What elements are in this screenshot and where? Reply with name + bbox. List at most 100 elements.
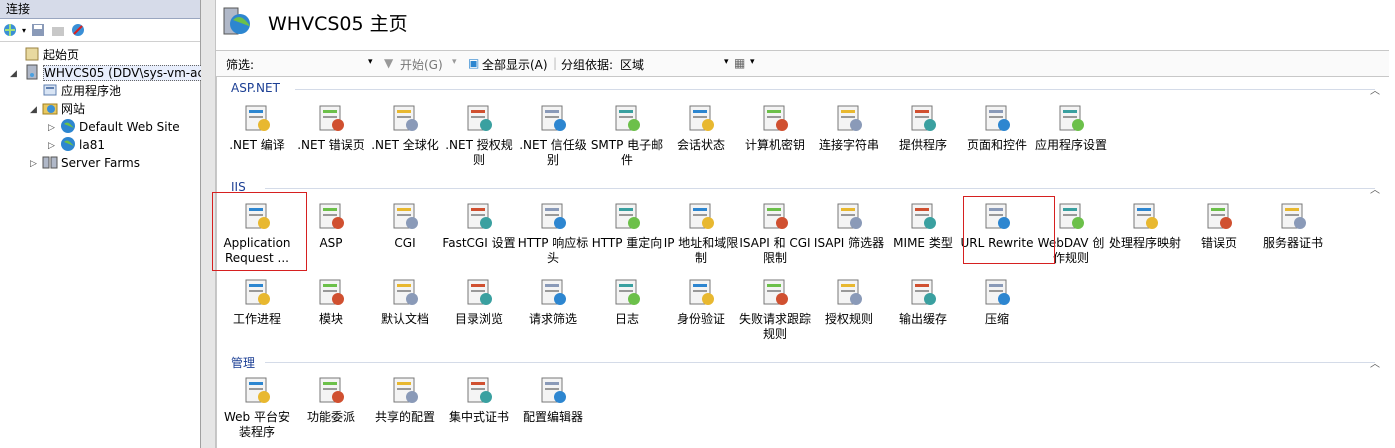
feature-label: .NET 错误页: [297, 138, 365, 152]
expand-la81-icon[interactable]: ▷: [48, 142, 57, 151]
feature-icon: [393, 377, 418, 403]
filter-funnel-icon: ▼: [384, 56, 394, 70]
feature-iis-items_row2-10[interactable]: 压缩: [959, 276, 1035, 327]
feature-iis-items_row1-13[interactable]: 错误页: [1181, 200, 1257, 251]
feature-label: Web 平台安装程序: [224, 410, 290, 439]
expand-server-farms-icon[interactable]: ▷: [30, 160, 39, 169]
up-folder-icon[interactable]: [50, 22, 66, 38]
feature-aspnet-items-2[interactable]: .NET 全球化: [367, 102, 443, 153]
view-mode-icon[interactable]: ▦: [734, 56, 745, 70]
collapse-server-icon[interactable]: ◢: [10, 70, 19, 79]
tree-item-server-farms[interactable]: Server Farms: [42, 154, 140, 172]
collapse-aspnet-icon[interactable]: ︿: [1370, 82, 1380, 97]
feature-iis-items_row2-4[interactable]: 请求筛选: [515, 276, 591, 327]
feature-icon: [763, 279, 788, 305]
chevron-down-icon[interactable]: ▾: [22, 26, 26, 35]
feature-label: 集中式证书: [448, 410, 509, 424]
feature-iis-items_row1-12[interactable]: 处理程序映射: [1107, 200, 1183, 251]
feature-aspnet-items-6[interactable]: 会话状态: [663, 102, 739, 153]
feature-label: 工作进程: [232, 312, 281, 326]
tree-item-start-page[interactable]: 起始页: [24, 46, 79, 64]
feature-mgmt-items-2[interactable]: 共享的配置: [367, 374, 443, 425]
highlight-url-rewrite: [963, 196, 1055, 264]
feature-label: .NET 信任级别: [519, 138, 587, 167]
expand-default-web-site-icon[interactable]: ▷: [48, 124, 57, 133]
connections-pane: 连接 ▾ 起始页 ◢ WHVCS05 (DDV\sys-vm-ac 应用程序池 …: [0, 0, 206, 448]
feature-icon: [615, 105, 640, 131]
feature-iis-items_row2-5[interactable]: 日志: [589, 276, 665, 327]
tree-item-sites[interactable]: 网站: [42, 100, 85, 118]
feature-icon: [319, 105, 344, 131]
feature-label: IP 地址和域限制: [663, 236, 739, 265]
feature-iis-items_row2-3[interactable]: 目录浏览: [441, 276, 517, 327]
feature-aspnet-items-4[interactable]: .NET 信任级别: [515, 102, 591, 168]
feature-aspnet-items-8[interactable]: 连接字符串: [811, 102, 887, 153]
group-header-management[interactable]: 管理: [231, 354, 255, 371]
collapse-iis-icon[interactable]: ︿: [1370, 181, 1380, 196]
feature-icon: [837, 105, 862, 131]
feature-iis-items_row2-0[interactable]: 工作进程: [219, 276, 295, 327]
filter-dropdown-icon[interactable]: ▾: [368, 57, 373, 67]
view-mode-dropdown-icon[interactable]: ▾: [750, 57, 755, 67]
feature-iis-items_row2-9[interactable]: 输出缓存: [885, 276, 961, 327]
group-divider: [295, 89, 1375, 90]
connect-globe-icon[interactable]: [2, 22, 18, 38]
feature-iis-items_row1-6[interactable]: IP 地址和域限制: [663, 200, 739, 266]
feature-icon: [689, 279, 714, 305]
feature-aspnet-items-1[interactable]: .NET 错误页: [293, 102, 369, 153]
feature-icon: [615, 279, 640, 305]
feature-aspnet-items-0[interactable]: .NET 编译: [219, 102, 295, 153]
feature-iis-items_row2-8[interactable]: 授权规则: [811, 276, 887, 327]
highlight-application-request-routing: [212, 192, 307, 271]
disconnect-icon[interactable]: [70, 22, 86, 38]
feature-iis-items_row1-8[interactable]: ISAPI 筛选器: [811, 200, 887, 251]
collapse-sites-icon[interactable]: ◢: [30, 106, 39, 115]
start-dropdown-icon[interactable]: ▾: [452, 57, 457, 67]
feature-aspnet-items-9[interactable]: 提供程序: [885, 102, 961, 153]
collapse-management-icon[interactable]: ︿: [1370, 355, 1380, 370]
feature-icon: [245, 279, 270, 305]
feature-iis-items_row1-7[interactable]: ISAPI 和 CGI 限制: [737, 200, 813, 266]
feature-iis-items_row1-4[interactable]: HTTP 响应标头: [515, 200, 591, 266]
tree-item-default-web-site[interactable]: Default Web Site: [60, 118, 180, 136]
page-header: WHVCS05 主页: [216, 0, 1395, 44]
group-by-select[interactable]: 区域: [620, 56, 644, 73]
server-farms-icon: [42, 156, 58, 169]
tree-item-la81[interactable]: la81: [60, 136, 105, 154]
feature-mgmt-items-3[interactable]: 集中式证书: [441, 374, 517, 425]
feature-iis-items_row2-1[interactable]: 模块: [293, 276, 369, 327]
group-by-dropdown-icon[interactable]: ▾: [724, 57, 729, 67]
feature-iis-items_row1-3[interactable]: FastCGI 设置: [441, 200, 517, 251]
feature-mgmt-items-1[interactable]: 功能委派: [293, 374, 369, 425]
feature-aspnet-items-5[interactable]: SMTP 电子邮件: [589, 102, 665, 168]
feature-aspnet-items-3[interactable]: .NET 授权规则: [441, 102, 517, 168]
feature-aspnet-items-11[interactable]: 应用程序设置: [1033, 102, 1109, 153]
feature-iis-items_row1-14[interactable]: 服务器证书: [1255, 200, 1331, 251]
save-icon[interactable]: [30, 22, 46, 38]
filter-input[interactable]: [264, 55, 376, 71]
feature-iis-items_row2-7[interactable]: 失败请求跟踪规则: [737, 276, 813, 342]
feature-aspnet-items-7[interactable]: 计算机密钥: [737, 102, 813, 153]
tree-item-server[interactable]: WHVCS05 (DDV\sys-vm-ac: [24, 64, 206, 82]
feature-iis-items_row2-2[interactable]: 默认文档: [367, 276, 443, 327]
feature-icon: [911, 105, 936, 131]
feature-iis-items_row1-5[interactable]: HTTP 重定向: [589, 200, 665, 251]
connections-title: 连接: [0, 0, 200, 19]
feature-aspnet-items-10[interactable]: 页面和控件: [959, 102, 1035, 153]
feature-icon: [1207, 203, 1232, 229]
globe-icon: [61, 119, 75, 133]
feature-icon: [689, 203, 714, 229]
feature-label: 连接字符串: [818, 138, 879, 152]
feature-mgmt-items-0[interactable]: Web 平台安装程序: [219, 374, 295, 440]
feature-label: 提供程序: [898, 138, 947, 152]
feature-label: 压缩: [984, 312, 1009, 326]
filter-label: 筛选:: [226, 58, 255, 72]
feature-iis-items_row1-9[interactable]: MIME 类型: [885, 200, 961, 251]
feature-mgmt-items-4[interactable]: 配置编辑器: [515, 374, 591, 425]
feature-iis-items_row1-2[interactable]: CGI: [367, 200, 443, 251]
start-filter-button[interactable]: 开始(G): [400, 56, 443, 73]
feature-iis-items_row2-6[interactable]: 身份验证: [663, 276, 739, 327]
group-header-aspnet[interactable]: ASP.NET: [231, 81, 280, 95]
show-all-button[interactable]: 全部显示(A): [482, 56, 548, 73]
tree-item-app-pools[interactable]: 应用程序池: [42, 82, 121, 100]
